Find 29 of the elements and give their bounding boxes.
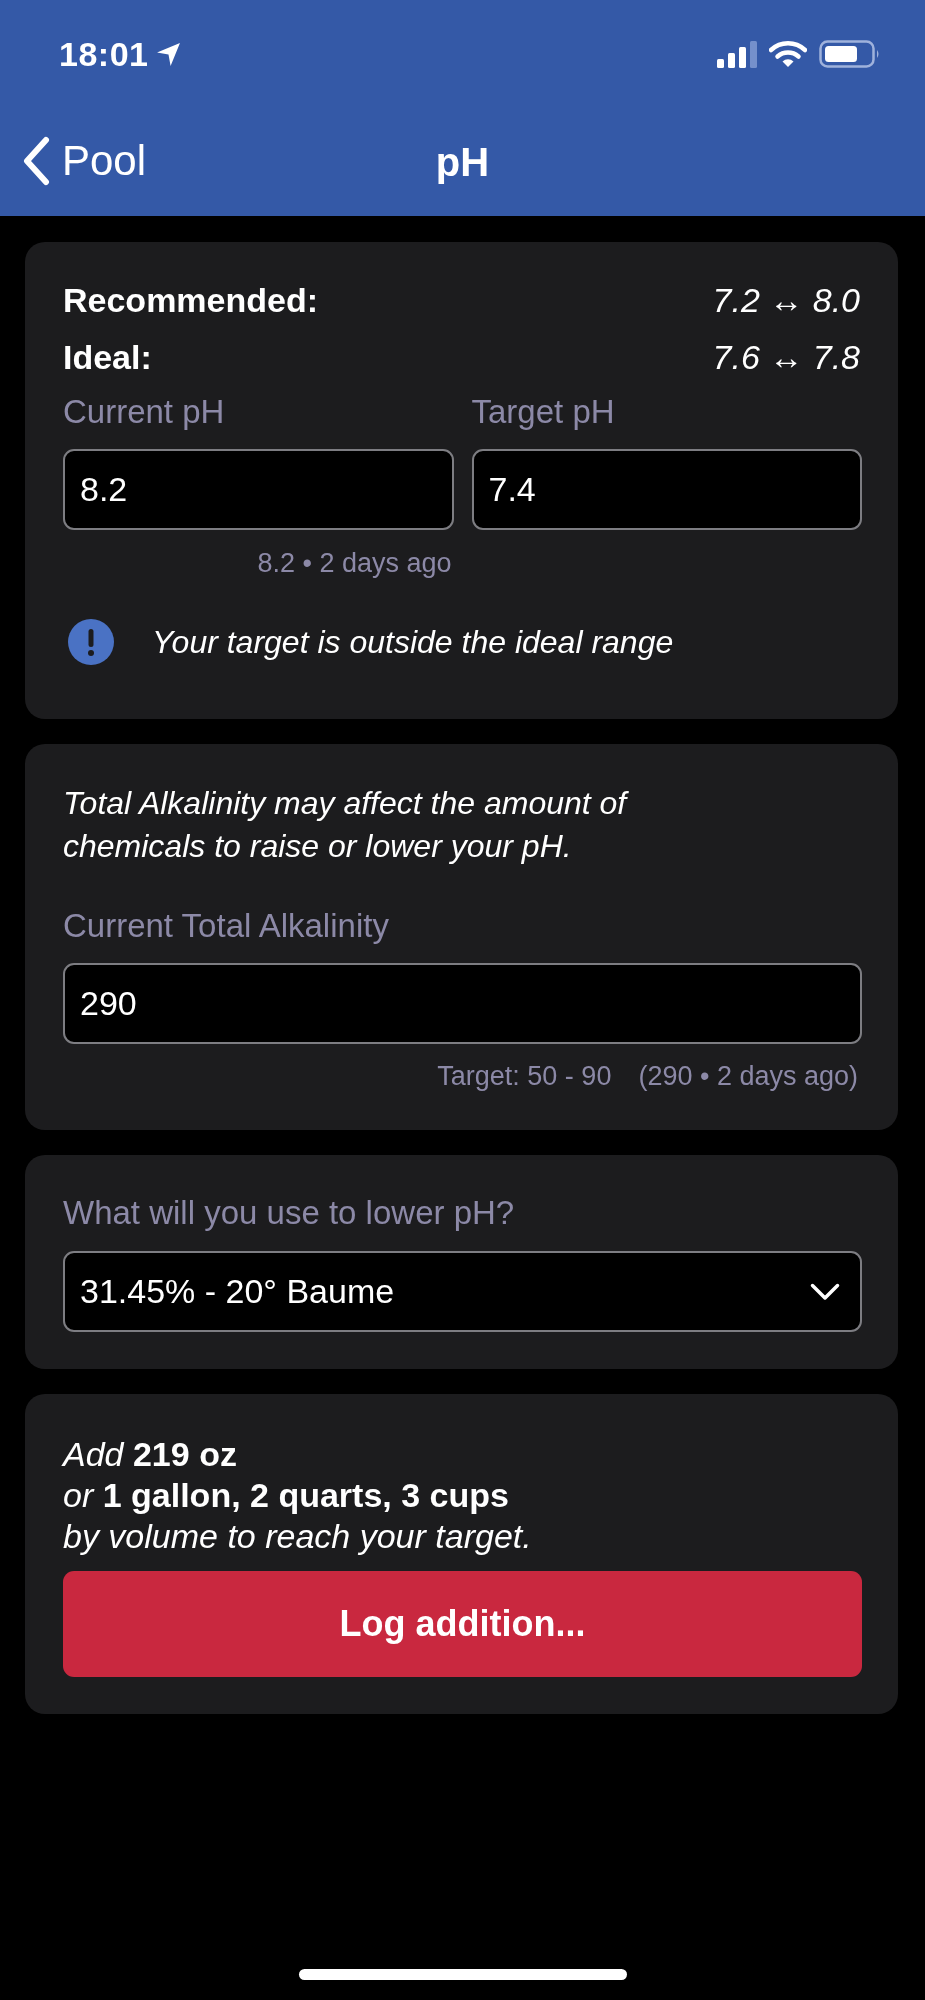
wifi-icon xyxy=(769,40,807,68)
location-icon xyxy=(156,41,182,67)
chevron-down-icon xyxy=(810,1282,840,1301)
back-button[interactable]: Pool xyxy=(0,136,147,186)
field-label: Current pH xyxy=(63,392,225,432)
number-input[interactable]: 7.4 xyxy=(471,449,862,530)
battery-icon xyxy=(819,40,881,68)
status-time: 18:01 xyxy=(59,37,149,71)
range-value: 7.6 ↔ 7.8 xyxy=(712,337,861,378)
warning-icon xyxy=(68,619,114,665)
warning-message: Your target is outside the ideal range xyxy=(152,622,674,662)
field-label: What will you use to lower pH? xyxy=(63,1193,515,1233)
last-reading: 8.2 • 2 days ago xyxy=(257,548,452,578)
field-label: Current Total Alkalinity xyxy=(63,906,389,946)
hint-text: Target: 50 - 90 xyxy=(437,1060,612,1093)
dropdown-field[interactable]: 31.45% - 20° Baume xyxy=(63,1251,862,1332)
hint-text: (290 • 2 days ago) xyxy=(638,1060,858,1093)
dosage-instructions: Add 219 oz or 1 gallon, 2 quarts, 3 cups by volume to reach your target. xyxy=(63,1434,533,1557)
back-icon xyxy=(22,136,50,186)
range-label: Recommended: xyxy=(63,280,319,321)
number-input[interactable]: 8.2 xyxy=(63,449,454,530)
range-value: 7.2 ↔ 8.0 xyxy=(712,280,861,321)
screen-title: pH xyxy=(435,140,490,184)
field-label: Target pH xyxy=(471,392,615,432)
signal-icon xyxy=(717,40,757,68)
number-input[interactable]: 290 xyxy=(63,963,862,1044)
info-note: Total Alkalinity may affect the amount of chemicals to raise or lower your pH. xyxy=(63,784,630,866)
range-label: Ideal: xyxy=(63,337,152,378)
log-addition-button[interactable]: Log addition... xyxy=(63,1571,862,1677)
